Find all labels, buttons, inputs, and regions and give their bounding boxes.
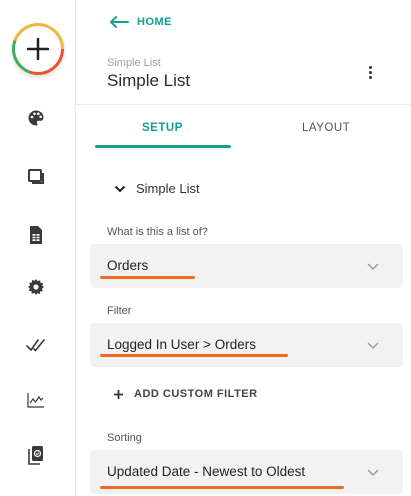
filter-label: Filter [107,305,132,317]
add-custom-filter-label: ADD CUSTOM FILTER [134,388,258,400]
highlight-underline [100,486,344,489]
chevron-down-icon [114,185,126,192]
highlight-underline [100,354,288,357]
list-of-select[interactable]: Orders [90,244,403,288]
highlight-underline [100,276,195,279]
section-toggle[interactable]: Simple List [114,181,200,196]
filter-select[interactable]: Logged In User > Orders [90,323,403,367]
more-options-icon[interactable] [366,64,374,84]
checks-icon[interactable] [25,334,47,356]
data-sheet-icon[interactable] [25,224,47,246]
tab-setup[interactable]: SETUP [142,122,183,134]
page-title: Simple List [107,71,191,90]
active-tab-indicator [95,145,231,148]
chevron-down-icon [367,469,379,476]
sorting-value: Updated Date - Newest to Oldest [107,464,306,479]
section-label: Simple List [136,181,200,196]
sidebar-rail [0,0,76,496]
chevron-down-icon [367,342,379,349]
main-panel: HOME Simple List Simple List SETUP LAYOU… [76,0,411,496]
settings-icon[interactable] [25,276,47,298]
sorting-label: Sorting [107,432,142,444]
arrow-left-icon [110,16,129,28]
add-custom-filter-button[interactable]: ADD CUSTOM FILTER [113,388,258,400]
list-of-value: Orders [107,258,149,273]
chevron-down-icon [367,263,379,270]
home-link[interactable]: HOME [109,12,172,32]
add-button[interactable] [12,23,64,75]
page-subtitle: Simple List [107,57,161,69]
analytics-icon[interactable] [25,389,47,411]
filter-value: Logged In User > Orders [107,337,256,352]
add-icon [15,26,61,72]
plus-icon [114,389,123,399]
header-divider [76,104,411,105]
screens-icon[interactable] [25,166,47,188]
palette-icon[interactable] [25,107,47,129]
tab-layout[interactable]: LAYOUT [302,122,350,134]
home-label: HOME [137,16,172,28]
list-of-label: What is this a list of? [107,226,208,238]
publish-icon[interactable] [25,444,47,466]
